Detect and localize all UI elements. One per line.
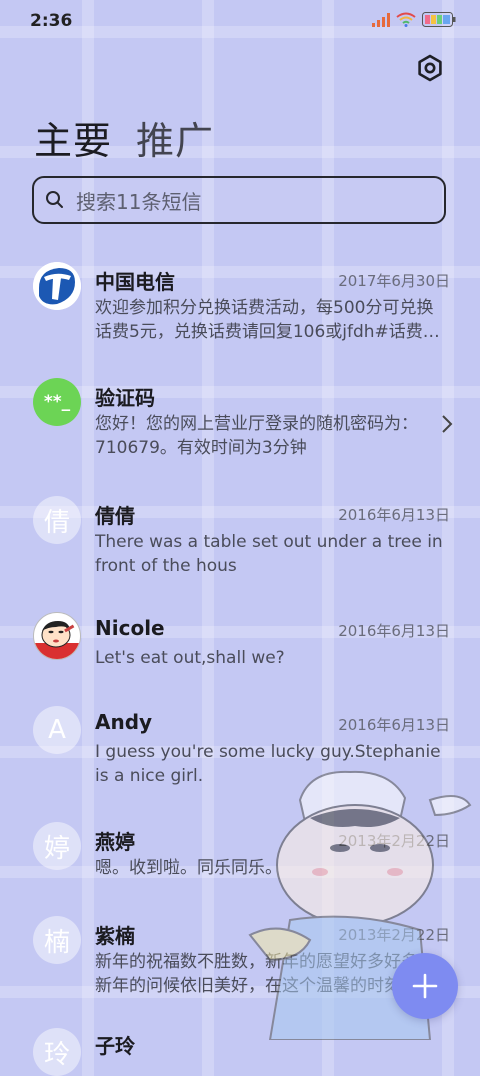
conversation-name: 燕婷: [95, 830, 135, 854]
conversation-row[interactable]: 婷 燕婷 2013年2月22日 嗯。收到啦。同乐同乐。: [0, 806, 480, 896]
conversation-preview: 欢迎参加积分兑换话费活动，每500分可兑换话费5元，兑换话费请回复106或jfd…: [95, 298, 440, 342]
status-time: 2:36: [30, 11, 73, 31]
verification-code-avatar: **_: [33, 378, 81, 426]
status-icons: [372, 12, 456, 27]
conversation-preview: 您好！您的网上营业厅登录的随机密码为：710679。有效时间为3分钟: [95, 414, 418, 458]
signal-icon: [372, 12, 390, 27]
status-bar: 2:36: [0, 0, 480, 40]
tab-primary[interactable]: 主要: [34, 110, 112, 165]
conversation-date: 2016年6月13日: [338, 506, 450, 524]
conversation-name: Nicole: [95, 616, 165, 640]
conversation-row[interactable]: Nicole 2016年6月13日 Let's eat out,shall we…: [0, 596, 480, 686]
tab-promotions[interactable]: 推广: [136, 110, 214, 165]
conversation-preview: Let's eat out,shall we?: [95, 648, 285, 668]
conversation-name: Andy: [95, 710, 153, 734]
conversation-row[interactable]: 倩 倩倩 2016年6月13日 There was a table set ou…: [0, 480, 480, 590]
conversation-date: 2013年2月22日: [338, 926, 450, 944]
search-placeholder: 搜索11条短信: [76, 189, 202, 214]
tab-bar: 主要 推广: [34, 110, 214, 165]
chevron-right-icon[interactable]: [440, 414, 454, 434]
conversation-date: 2013年2月22日: [338, 832, 450, 850]
gear-icon: [418, 54, 442, 82]
new-message-button[interactable]: [392, 953, 458, 1019]
avatar: 倩: [33, 496, 81, 544]
conversation-row[interactable]: 中国电信 2017年6月30日 欢迎参加积分兑换话费活动，每500分可兑换话费5…: [0, 246, 480, 356]
avatar: 楠: [33, 916, 81, 964]
conversation-date: 2016年6月13日: [338, 622, 450, 640]
avatar: A: [33, 706, 81, 754]
plus-icon: [412, 973, 438, 999]
cartoon-avatar: [33, 612, 81, 660]
avatar: 玲: [33, 1028, 81, 1076]
battery-icon: [422, 12, 456, 27]
avatar: 婷: [33, 822, 81, 870]
wifi-icon: [396, 12, 416, 27]
conversation-preview: There was a table set out under a tree i…: [95, 532, 443, 576]
conversation-name: 子玲: [95, 1034, 135, 1058]
conversation-name: 中国电信: [95, 270, 175, 294]
conversation-row[interactable]: **_ 验证码 您好！您的网上营业厅登录的随机密码为：710679。有效时间为3…: [0, 362, 480, 472]
search-input[interactable]: 搜索11条短信: [32, 176, 446, 224]
settings-button[interactable]: [414, 52, 446, 84]
conversation-name: 倩倩: [95, 504, 135, 528]
conversation-name: 验证码: [95, 386, 155, 410]
conversation-row[interactable]: 玲 子玲: [0, 1020, 480, 1076]
conversation-preview: 嗯。收到啦。同乐同乐。: [95, 858, 282, 878]
conversation-name: 紫楠: [95, 924, 135, 948]
search-icon: [46, 191, 63, 208]
conversation-date: 2016年6月13日: [338, 716, 450, 734]
conversation-preview: I guess you're some lucky guy.Stephanie …: [95, 742, 441, 786]
china-telecom-logo: [33, 262, 81, 310]
conversation-date: 2017年6月30日: [338, 272, 450, 290]
conversation-row[interactable]: A Andy 2016年6月13日 I guess you're some lu…: [0, 690, 480, 800]
